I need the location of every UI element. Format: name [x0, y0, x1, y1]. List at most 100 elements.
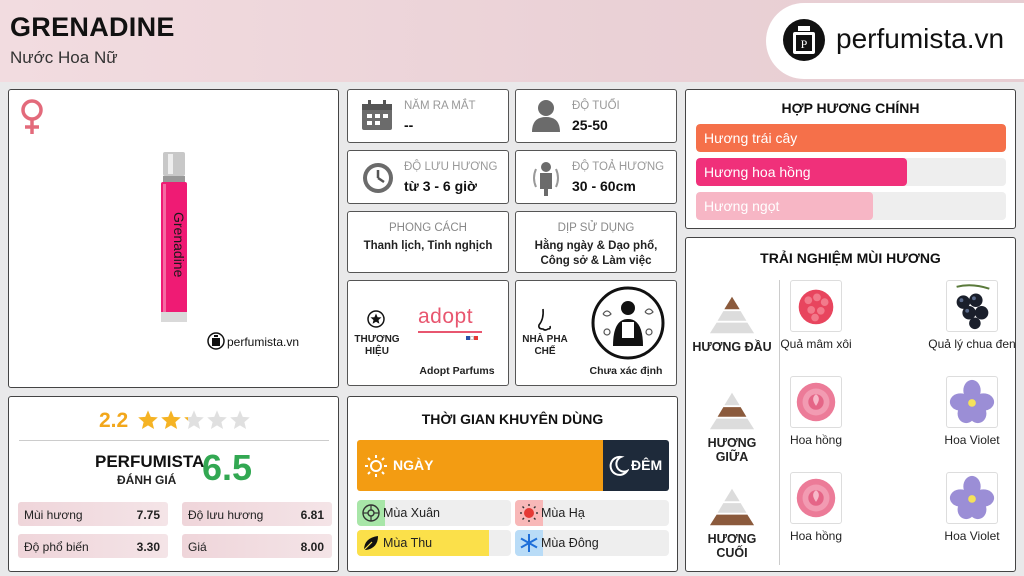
female-icon — [21, 99, 43, 134]
longevity-box: ĐỘ LƯU HƯƠNG từ 3 - 6 giờ — [347, 150, 509, 204]
brand-logo-text: adopt — [418, 305, 474, 328]
scent-pyramid-title: TRẢI NGHIỆM MÙI HƯƠNG — [760, 250, 941, 266]
longevity-label: ĐỘ LƯU HƯƠNG — [404, 161, 498, 173]
star-icon[interactable] — [137, 409, 159, 431]
pyramid-level-icon — [709, 392, 755, 430]
season-name: Mùa Đông — [541, 536, 599, 550]
summer-icon — [520, 504, 538, 522]
age-value: 25-50 — [572, 117, 608, 133]
pyramid-level-label: HƯƠNG CUỐI — [707, 532, 757, 560]
rose-icon[interactable] — [790, 472, 842, 524]
release-year-value: -- — [404, 117, 414, 133]
note-name: Hoa Violet — [944, 433, 1000, 447]
pyramid-level-icon — [709, 488, 755, 526]
perfume-subtitle: Nước Hoa Nữ — [10, 48, 118, 67]
spring-icon — [362, 504, 380, 522]
release-year-label: NĂM RA MẮT — [404, 100, 476, 112]
star-icon[interactable] — [206, 409, 228, 431]
moon-icon — [609, 455, 629, 476]
style-value: Thanh lịch, Tinh nghịch — [363, 240, 493, 252]
user-score: 2.2 — [99, 409, 129, 432]
brand-label-line2: HIỆU — [365, 346, 389, 357]
accord-bar: Hương trái cây — [696, 124, 1006, 152]
rating-criterion: Mùi hương 7.75 — [18, 502, 168, 526]
snowflake-icon — [520, 534, 538, 552]
svg-text:P: P — [801, 37, 808, 51]
pyramid-level-label: HƯƠNG ĐẦU — [692, 340, 772, 354]
star-icon[interactable] — [183, 409, 205, 431]
season-bar: Mùa Đông — [515, 530, 669, 556]
brand-box[interactable]: THƯƠNG HIỆU adopt Adopt Parfums — [347, 280, 509, 386]
season-bar: Mùa Hạ — [515, 500, 669, 526]
violet-icon[interactable] — [946, 472, 998, 524]
accord-label: Hương hoa hồng — [704, 164, 811, 180]
season-name: Mùa Xuân — [383, 506, 440, 520]
rating-divider — [19, 440, 329, 441]
day-segment: NGÀY — [357, 440, 603, 491]
criterion-value: 8.00 — [300, 540, 324, 554]
recommended-time-card: THỜI GIAN KHUYÊN DÙNG NGÀY ĐÊM Mùa Xuân M… — [347, 396, 678, 572]
rating-card: 2.2 PERFUMISTA ĐÁNH GIÁ 6.5 Mùi hương 7.7… — [8, 396, 339, 572]
style-box: PHONG CÁCH Thanh lịch, Tinh nghịch — [347, 211, 509, 273]
rose-icon[interactable] — [790, 376, 842, 428]
perfume-bottle-image: Grenadine — [161, 152, 187, 322]
note-name: Hoa hồng — [789, 433, 843, 447]
raspberry-icon[interactable] — [790, 280, 842, 332]
perfumer-label-line1: NHÀ PHA — [522, 334, 568, 345]
note-name: Quả lý chua đen — [928, 337, 1016, 351]
sillage-label: ĐỘ TOẢ HƯƠNG — [572, 161, 665, 173]
night-segment: ĐÊM — [603, 440, 669, 491]
perfume-title: GRENADINE — [10, 12, 175, 42]
style-label: PHONG CÁCH — [389, 222, 467, 234]
perfumer-label-line2: CHẾ — [534, 346, 556, 357]
note-name: Quả mâm xôi — [780, 337, 852, 351]
star-icon[interactable] — [160, 409, 182, 431]
calendar-icon — [362, 100, 392, 130]
site-logo[interactable]: P perfumista.vn — [766, 3, 1024, 79]
sun-icon — [365, 455, 387, 477]
criterion-name: Giá — [188, 540, 207, 554]
criterion-name: Độ phổ biến — [24, 540, 89, 554]
season-name: Mùa Thu — [383, 536, 433, 550]
product-image-card: Grenadine perfumista.vn — [8, 89, 339, 388]
rating-sublabel: ĐÁNH GIÁ — [117, 473, 177, 487]
rating-criterion: Độ phổ biến 3.30 — [18, 534, 168, 558]
blackcurrant-icon[interactable] — [946, 280, 998, 332]
scent-pyramid-card: TRẢI NGHIỆM MÙI HƯƠNG HƯƠNG ĐẦU Quả mâm x… — [685, 237, 1016, 572]
pyramid-divider — [779, 280, 780, 565]
perfumista-brand: PERFUMISTA — [95, 452, 205, 471]
person-icon — [532, 100, 560, 132]
accord-label: Hương trái cây — [704, 130, 798, 146]
season-bar: Mùa Thu — [357, 530, 511, 556]
note-name: Hoa Violet — [944, 529, 1000, 543]
sillage-value: 30 - 60cm — [572, 178, 636, 194]
pyramid-level-label: HƯƠNG GIỮA — [707, 436, 757, 464]
bottle-label: Grenadine — [171, 212, 187, 278]
brand-name: Adopt Parfums — [419, 365, 495, 377]
rating-criterion: Độ lưu hương 6.81 — [182, 502, 332, 526]
perfumer-name: Chưa xác định — [589, 365, 663, 377]
watermark-bottle-icon — [207, 332, 225, 350]
nose-icon — [538, 308, 552, 331]
accord-bar: Hương hoa hồng — [696, 158, 1006, 186]
release-year-box: NĂM RA MẮT -- — [347, 89, 509, 143]
day-night-bar: NGÀY ĐÊM — [357, 440, 669, 491]
recommended-time-title: THỜI GIAN KHUYÊN DÙNG — [421, 411, 604, 427]
pyramid-level-icon — [709, 296, 755, 334]
site-logo-text: perfumista.vn — [836, 23, 1005, 54]
star-icon[interactable] — [229, 409, 251, 431]
occasion-label: DỊP SỬ DỤNG — [557, 222, 635, 234]
violet-icon[interactable] — [946, 376, 998, 428]
season-bar: Mùa Xuân — [357, 500, 511, 526]
perfumer-box[interactable]: NHÀ PHA CHẾ Chưa xác định — [515, 280, 677, 386]
perfumer-avatar-icon — [591, 286, 665, 360]
perfume-bottle-logo-icon: P — [783, 19, 825, 61]
age-label: ĐỘ TUỔI — [572, 100, 620, 112]
age-box: ĐỘ TUỔI 25-50 — [515, 89, 677, 143]
main-accords-title: HỢP HƯƠNG CHÍNH — [781, 100, 920, 116]
sillage-icon — [533, 162, 559, 196]
accord-label: Hương ngọt — [704, 198, 780, 214]
main-accords-card: HỢP HƯƠNG CHÍNH Hương trái cây Hương hoa … — [685, 89, 1016, 229]
criterion-value: 6.81 — [300, 508, 324, 522]
perfumista-score: 6.5 — [202, 447, 253, 488]
